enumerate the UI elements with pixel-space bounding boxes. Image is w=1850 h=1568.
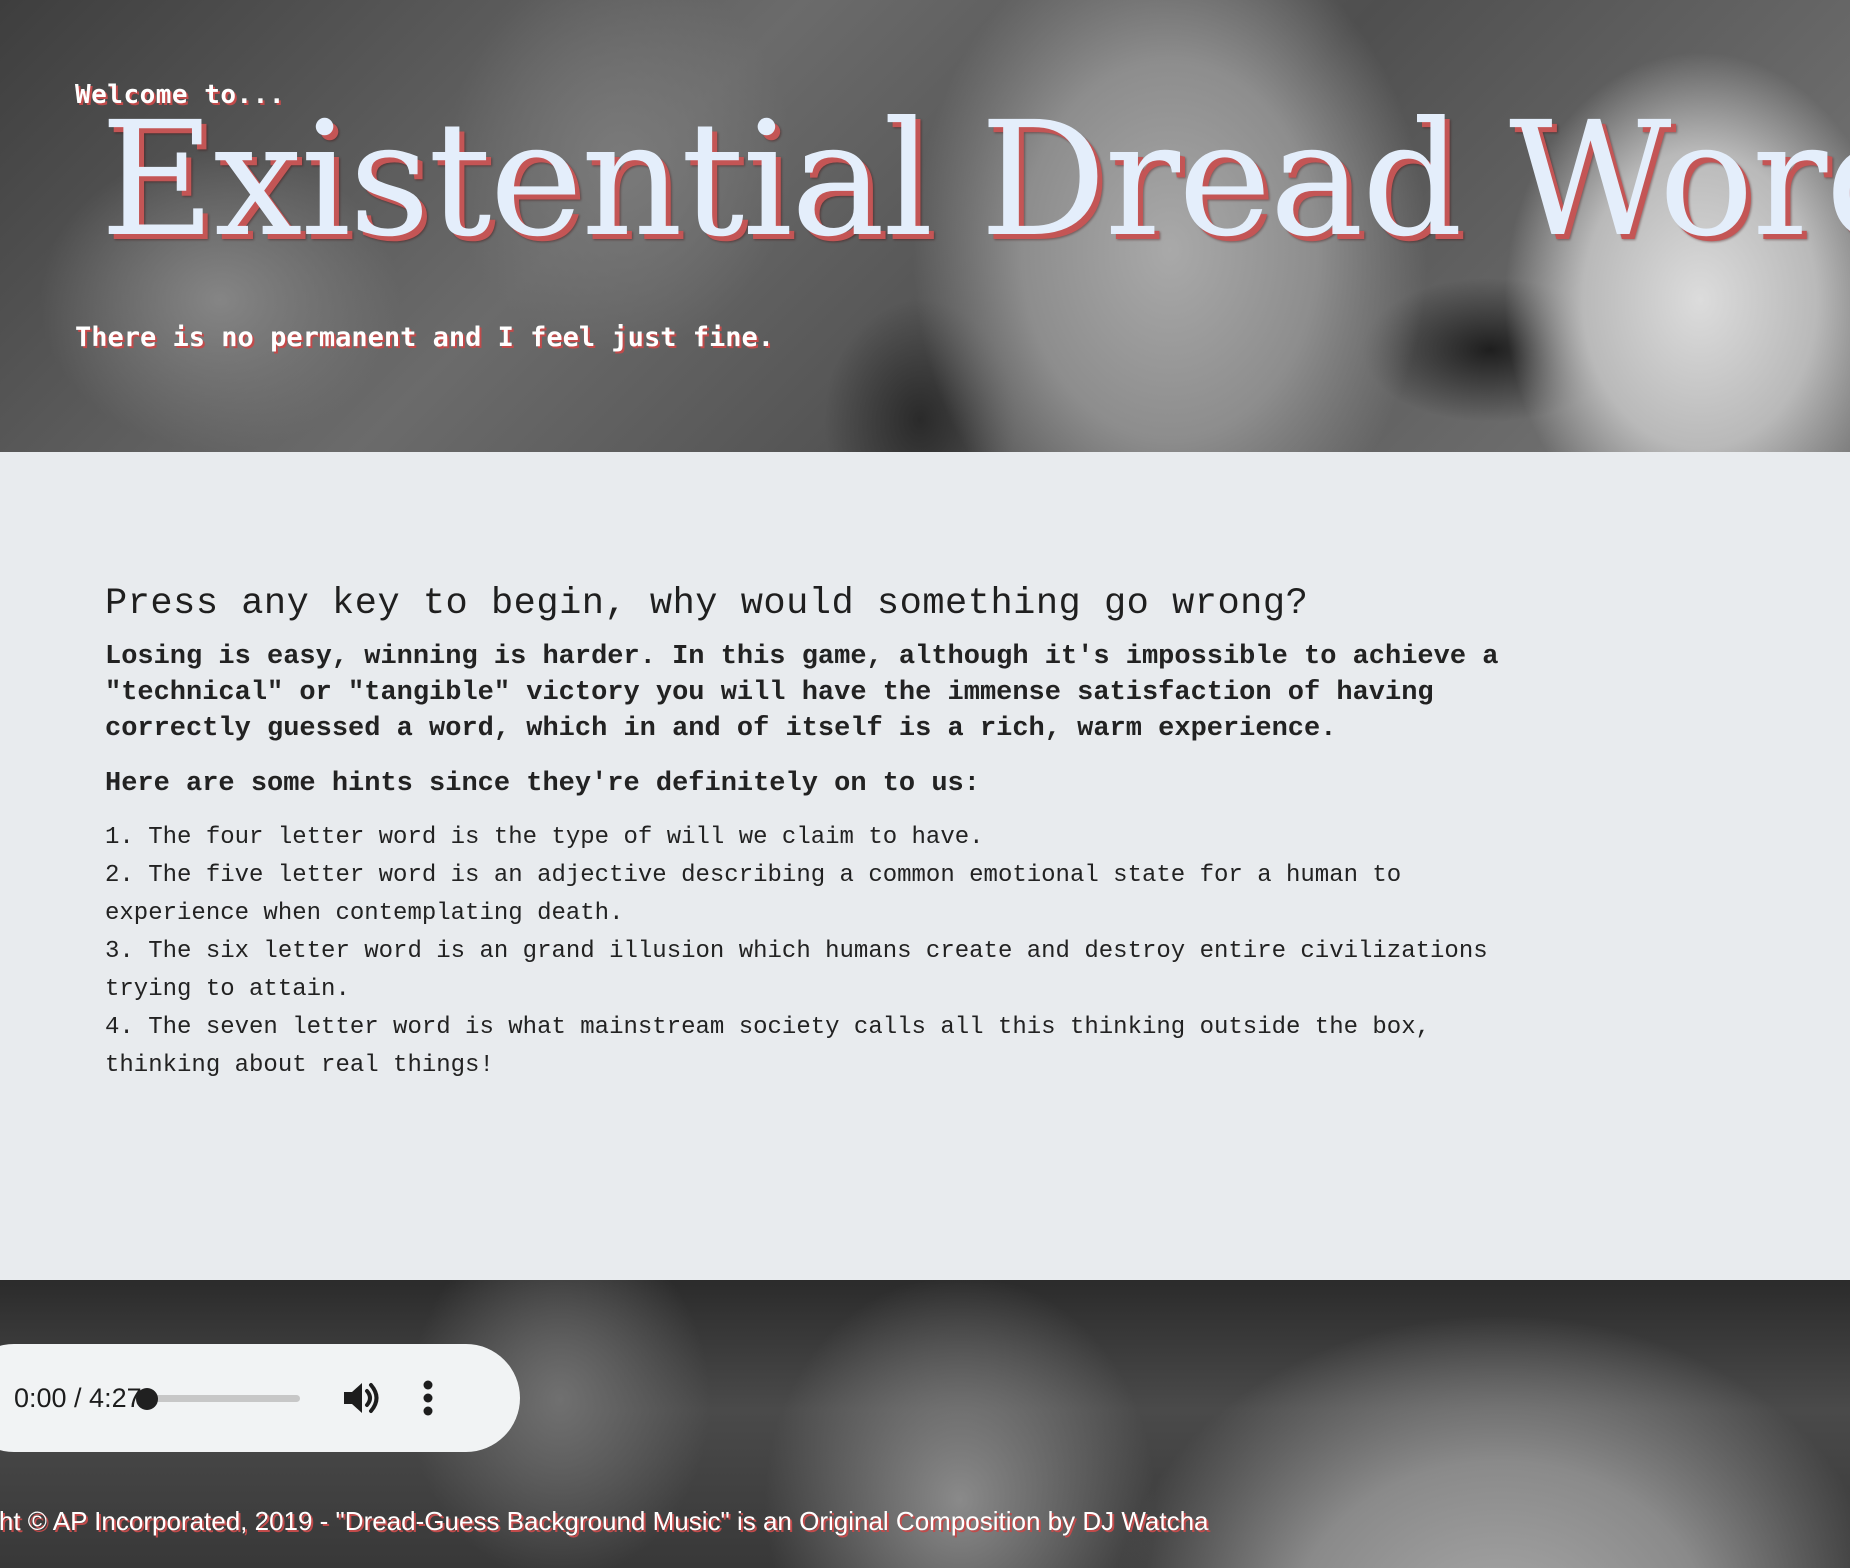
hint-item: 3. The six letter word is an grand illus… (105, 938, 1488, 1003)
hint-item: 1. The four letter word is the type of w… (105, 824, 984, 851)
hero-banner: Welcome to... Existential Dread Word- Th… (0, 0, 1850, 452)
hint-item: 4. The seven letter word is what mainstr… (105, 1014, 1431, 1079)
hint-item: 2. The five letter word is an adjective … (105, 862, 1402, 927)
game-content-panel: Press any key to begin, why would someth… (0, 452, 1850, 1280)
start-prompt: Press any key to begin, why would someth… (105, 583, 1309, 625)
copyright-text: right © AP Incorporated, 2019 - "Dread-G… (0, 1506, 1209, 1536)
seek-thumb[interactable] (136, 1388, 158, 1410)
hints-heading: Here are some hints since they're defini… (105, 769, 980, 799)
intro-paragraph: Losing is easy, winning is harder. In th… (105, 642, 1499, 744)
more-options-icon[interactable] (414, 1378, 442, 1418)
seek-slider[interactable] (136, 1388, 300, 1410)
volume-icon[interactable] (342, 1378, 386, 1418)
game-instructions: Press any key to begin, why would someth… (105, 583, 1625, 1085)
hints-list: 1. The four letter word is the type of w… (105, 819, 1545, 1085)
audio-player[interactable]: 0:00 / 4:27 (0, 1344, 520, 1452)
tagline: There is no permanent and I feel just fi… (75, 322, 774, 353)
time-display: 0:00 / 4:27 (14, 1382, 142, 1413)
site-title: Existential Dread Word- (100, 88, 1850, 272)
